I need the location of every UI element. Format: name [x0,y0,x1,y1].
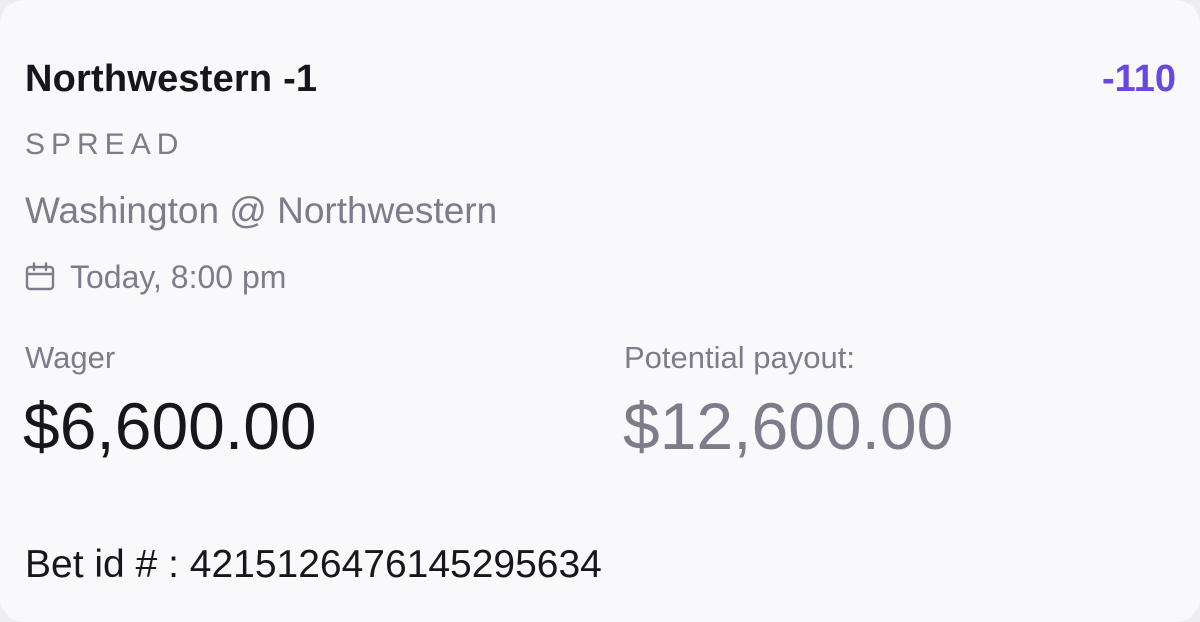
payout-amount: $12,600.00 [623,389,954,463]
payout-label: Potential payout: [624,340,855,375]
game-time: Today, 8:00 pm [70,259,287,295]
wager-amount: $6,600.00 [23,389,317,463]
bet-id-label: Bet id # : [25,543,190,586]
bet-id-value: 4215126476145295634 [189,543,602,586]
calendar-icon [25,262,55,292]
bet-odds: -110 [1102,58,1176,100]
game-time-row: Today, 8:00 pm [25,254,286,300]
bet-selection: Northwestern -1 [25,58,318,100]
game-matchup: Washington @ Northwestern [25,190,498,231]
market-type: SPREAD [25,128,185,161]
wager-label: Wager [25,340,116,375]
bet-id: Bet id # : 4215126476145295634 [25,538,602,592]
bet-card: Northwestern -1 -110 SPREAD Washington @… [0,0,1200,622]
